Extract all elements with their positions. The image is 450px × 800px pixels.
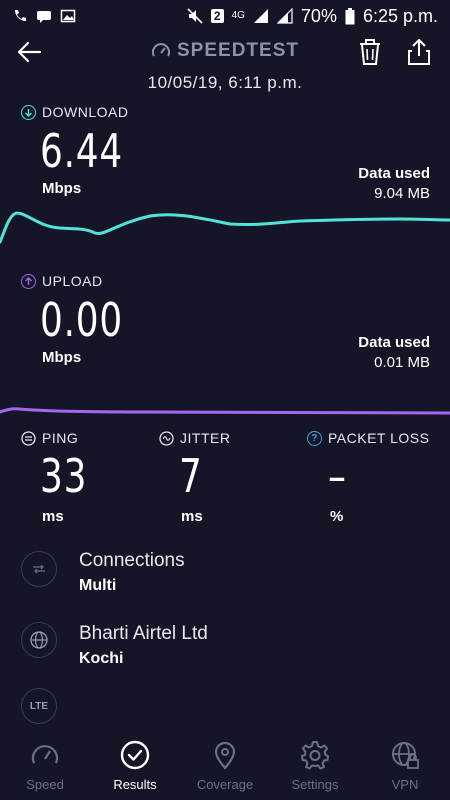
nav-coverage[interactable]: Coverage	[180, 739, 270, 792]
connections-title: Connections	[79, 550, 185, 571]
upload-value: 0.00	[40, 293, 124, 347]
ping-value: 33	[40, 449, 88, 503]
jitter-label: JITTER	[159, 430, 230, 446]
share-icon[interactable]	[404, 36, 434, 68]
nav-coverage-label: Coverage	[196, 776, 254, 792]
upload-arrow-icon	[21, 273, 36, 289]
upload-label: UPLOAD	[21, 273, 103, 289]
help-icon[interactable]: ?	[307, 430, 322, 446]
download-value: 6.44	[40, 124, 124, 178]
upload-graph	[0, 407, 450, 415]
provider-title: Bharti Airtel Ltd	[79, 623, 208, 644]
mute-icon	[187, 8, 203, 24]
globe-icon	[21, 622, 57, 658]
speedometer-icon	[31, 744, 59, 763]
jitter-unit: ms	[181, 508, 203, 525]
clock: 6:25 p.m.	[362, 5, 438, 26]
connections-row: Connections Multi	[0, 546, 450, 606]
battery-icon	[345, 7, 355, 24]
download-label: DOWNLOAD	[21, 104, 128, 120]
upload-data-used-value: 0.01 MB	[374, 354, 430, 371]
packet-loss-label[interactable]: ? PACKET LOSS	[307, 430, 429, 446]
upload-graph-line	[0, 407, 450, 415]
test-datetime: 10/05/19, 6:11 p.m.	[147, 73, 303, 92]
lte-badge-text: LTE	[29, 700, 49, 712]
network-type: 4G	[231, 10, 245, 21]
packet-loss-unit: %	[330, 508, 344, 525]
call-icon	[15, 10, 26, 21]
lte-icon: LTE	[21, 688, 57, 724]
jitter-value: 7	[179, 449, 203, 503]
map-pin-icon	[214, 741, 236, 770]
battery-percent: 70%	[300, 5, 337, 26]
nav-speed-label: Speed	[26, 776, 64, 792]
nav-vpn[interactable]: VPN	[360, 739, 450, 792]
connections-icon	[21, 551, 57, 587]
image-icon	[60, 9, 76, 23]
download-data-used-label: Data used	[358, 165, 430, 182]
nav-results-label: Results	[113, 776, 157, 792]
provider-location: Kochi	[79, 650, 124, 667]
globe-lock-icon	[392, 741, 419, 769]
download-graph-line	[0, 211, 450, 244]
gear-icon	[301, 740, 329, 769]
signal-icon-2	[276, 8, 293, 24]
packet-loss-label-text: PACKET LOSS	[328, 430, 430, 446]
download-arrow-icon	[21, 104, 36, 120]
nav-results[interactable]: Results	[90, 739, 180, 792]
upload-unit: Mbps	[42, 349, 82, 366]
title-text: SPEEDTEST	[177, 40, 299, 61]
app-header: SPEEDTEST	[0, 34, 450, 70]
upload-label-text: UPLOAD	[42, 273, 103, 289]
nav-settings-label: Settings	[291, 776, 339, 792]
message-icon	[37, 11, 51, 23]
download-label-text: DOWNLOAD	[42, 104, 129, 120]
ping-label-text: PING	[42, 430, 79, 446]
signal-icon	[253, 9, 268, 23]
ping-unit: ms	[42, 508, 64, 525]
download-graph	[0, 211, 450, 244]
ping-icon	[21, 430, 36, 446]
packet-loss-value: –	[328, 449, 347, 503]
ping-label: PING	[21, 430, 78, 446]
upload-data-used-label: Data used	[358, 334, 430, 351]
bottom-nav: Speed Results Coverage Settings VPN	[0, 730, 450, 800]
jitter-icon	[159, 430, 174, 446]
nav-vpn-label: VPN	[391, 776, 419, 792]
jitter-label-text: JITTER	[180, 430, 231, 446]
nav-speed[interactable]: Speed	[0, 739, 90, 792]
status-bar: 2 4G 70% 6:25 p.m.	[0, 0, 450, 32]
gauge-icon	[152, 43, 170, 57]
delete-icon[interactable]	[356, 36, 384, 68]
sim-badge: 2	[210, 9, 224, 23]
nav-settings[interactable]: Settings	[270, 739, 360, 792]
check-circle-icon	[120, 740, 150, 769]
provider-row: Bharti Airtel Ltd Kochi	[0, 619, 450, 679]
download-unit: Mbps	[42, 180, 82, 197]
download-data-used: Data used 9.04 MB	[358, 164, 430, 204]
upload-data-used: Data used 0.01 MB	[358, 333, 430, 373]
connections-value: Multi	[79, 577, 117, 594]
